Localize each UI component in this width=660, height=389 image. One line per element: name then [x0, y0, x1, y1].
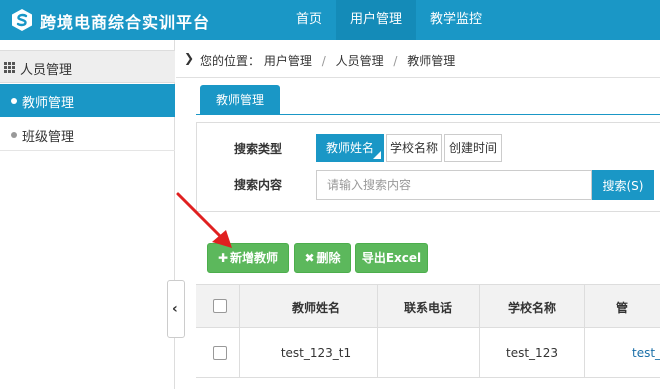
tab-teacher-management[interactable]: 教师管理: [200, 85, 280, 115]
topnav-home[interactable]: 首页: [282, 0, 336, 40]
bullet-icon: [11, 132, 17, 138]
select-all-checkbox[interactable]: [213, 299, 227, 313]
table-header: 教师姓名 联系电话 学校名称 管: [196, 285, 660, 328]
top-bar: 跨境电商综合实训平台 首页 用户管理 教学监控: [0, 0, 660, 40]
bullet-icon: [11, 98, 17, 104]
column-divider: [479, 285, 480, 378]
topnav-teaching-monitor[interactable]: 教学监控: [416, 0, 496, 40]
plus-icon: ✚: [217, 251, 229, 265]
search-type-create-time[interactable]: 创建时间: [444, 134, 502, 162]
search-type-teacher-name[interactable]: 教师姓名: [316, 134, 384, 162]
column-header[interactable]: 管: [616, 299, 660, 316]
breadcrumb-item[interactable]: 用户管理: [264, 54, 312, 68]
teacher-table: 教师姓名 联系电话 学校名称 管 test_123_t1 test_123 te…: [196, 284, 660, 389]
delete-button[interactable]: ✖ 删除: [294, 243, 351, 273]
search-type-school-name[interactable]: 学校名称: [386, 134, 442, 162]
column-header[interactable]: 学校名称: [480, 299, 584, 316]
search-type-label: 搜索类型: [234, 142, 283, 156]
search-content-label: 搜索内容: [234, 178, 283, 192]
logo-icon: [12, 9, 32, 31]
column-divider: [584, 285, 585, 378]
teacher-name-cell: test_123_t1: [280, 346, 352, 360]
sidebar-item-class-management[interactable]: 班级管理: [0, 118, 175, 151]
breadcrumb-item-current: 教师管理: [407, 54, 456, 68]
column-divider: [377, 285, 378, 378]
breadcrumb-separator: /: [393, 54, 398, 68]
topnav-user-management[interactable]: 用户管理: [336, 0, 417, 40]
chevron-left-icon: ‹: [172, 301, 178, 317]
close-icon: ✖: [304, 251, 315, 265]
sidebar: 人员管理 教师管理 班级管理: [0, 40, 175, 389]
sidebar-collapse-toggle[interactable]: ‹: [167, 280, 185, 338]
sidebar-group-header[interactable]: 人员管理: [0, 50, 175, 83]
export-excel-button[interactable]: 导出Excel: [355, 243, 428, 273]
row-checkbox[interactable]: [213, 346, 227, 360]
manage-link[interactable]: test_1: [632, 346, 660, 360]
breadcrumb: ❯ 您的位置： 用户管理 / 人员管理 / 教师管理: [176, 40, 660, 78]
column-divider: [239, 285, 240, 378]
chevron-right-icon: ❯: [184, 51, 195, 65]
grid-icon: [4, 62, 15, 73]
sidebar-item-teacher-management[interactable]: 教师管理: [0, 84, 175, 117]
table-row[interactable]: test_123_t1 test_123 test_1: [196, 328, 660, 378]
breadcrumb-item[interactable]: 人员管理: [336, 54, 384, 68]
sidebar-group-label: 人员管理: [20, 63, 73, 78]
app-title: 跨境电商综合实训平台: [40, 13, 211, 32]
column-header[interactable]: 联系电话: [378, 299, 478, 316]
breadcrumb-prefix: 您的位置：: [200, 54, 261, 68]
search-input[interactable]: [316, 170, 592, 200]
sidebar-item-label: 班级管理: [22, 130, 75, 145]
column-header[interactable]: 教师姓名: [256, 299, 376, 316]
add-teacher-button[interactable]: ✚ 新增教师: [207, 243, 289, 273]
sidebar-item-label: 教师管理: [22, 96, 75, 111]
top-nav: 首页 用户管理 教学监控: [282, 0, 496, 40]
school-name-cell: test_123: [506, 346, 558, 360]
delete-label: 删除: [316, 251, 341, 265]
export-excel-label: 导出Excel: [361, 251, 422, 265]
add-teacher-label: 新增教师: [230, 251, 279, 265]
breadcrumb-separator: /: [321, 54, 326, 68]
search-button[interactable]: 搜索(S): [592, 170, 654, 200]
